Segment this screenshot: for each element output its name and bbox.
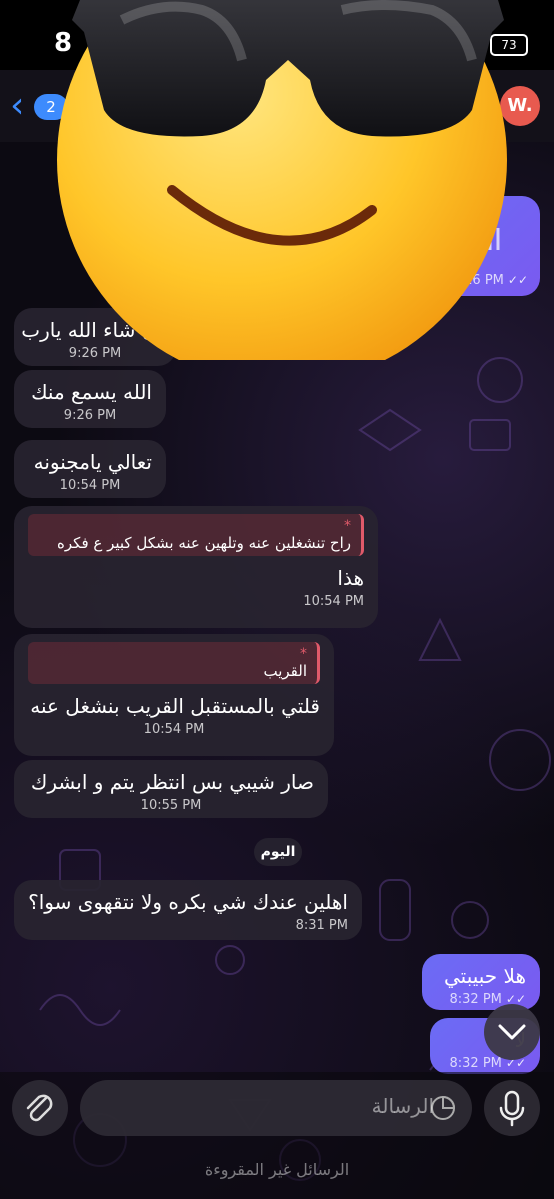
message-text: اهلين عندك شي بكره ولا نتقهوى سوا؟	[28, 890, 348, 914]
incoming-message[interactable]: تعالي يامجنونه 10:54 PM	[14, 440, 166, 498]
message-text: صار شيبي بس انتظر يتم و ابشرك	[30, 770, 314, 794]
reply-text: راح تنشغلين عنه وتلهين عنه بشكل كبير ع ف…	[57, 534, 351, 552]
message-time: 8:31 PM	[295, 918, 348, 933]
reply-author: *	[300, 646, 307, 662]
message-time: 10:54 PM	[59, 478, 121, 493]
message-time: 10:54 PM	[143, 722, 205, 737]
incoming-message[interactable]: الله يسمع منك 9:26 PM	[14, 370, 166, 428]
message-text: هذا	[337, 566, 364, 590]
message-time: 10:54 PM	[303, 594, 364, 609]
incoming-message[interactable]: اهلين عندك شي بكره ولا نتقهوى سوا؟ 8:31 …	[14, 880, 362, 940]
message-text: قلتي بالمستقبل القريب بنشغل عنه	[30, 694, 320, 718]
outgoing-message[interactable]: هلا حبيبتي 8:32 PM ✓✓	[422, 954, 540, 1010]
reply-quote[interactable]: * القريب	[28, 642, 320, 684]
message-text: الله يسمع منك	[31, 380, 152, 404]
attach-button[interactable]	[12, 1080, 68, 1136]
incoming-reply-message[interactable]: * القريب قلتي بالمستقبل القريب بنشغل عنه…	[14, 634, 334, 756]
message-placeholder: الرسالة	[371, 1094, 434, 1118]
reply-author: *	[344, 518, 351, 534]
incoming-message[interactable]: صار شيبي بس انتظر يتم و ابشرك 10:55 PM	[14, 760, 328, 818]
reply-quote[interactable]: * راح تنشغلين عنه وتلهين عنه بشكل كبير ع…	[28, 514, 364, 556]
back-chevron-icon[interactable]: ‹	[10, 88, 24, 124]
attach-paperclip-icon	[26, 1094, 53, 1122]
date-separator: اليوم	[254, 838, 302, 866]
incoming-reply-message[interactable]: * راح تنشغلين عنه وتلهين عنه بشكل كبير ع…	[14, 506, 378, 628]
unread-messages-label: الرسائل غير المقروءة	[204, 1160, 350, 1179]
microphone-button[interactable]	[484, 1080, 540, 1136]
message-time: 9:26 PM	[63, 408, 117, 423]
sunglasses-emoji-sticker[interactable]	[52, 0, 522, 360]
message-text: هلا حبيبتي	[443, 964, 526, 988]
microphone-icon	[499, 1090, 525, 1127]
scroll-to-bottom-button[interactable]	[484, 1004, 540, 1060]
reply-text: القريب	[263, 662, 307, 680]
chevron-down-icon	[498, 1024, 526, 1040]
message-time: 10:55 PM	[140, 798, 202, 813]
message-text: تعالي يامجنونه	[33, 450, 152, 474]
